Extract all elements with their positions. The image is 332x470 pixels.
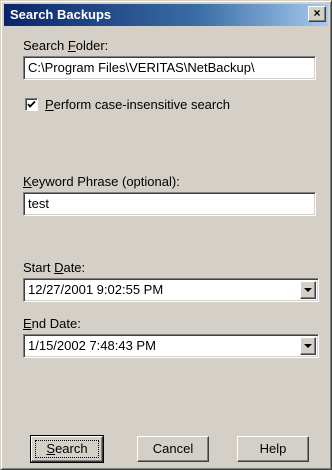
end-date-value: 1/15/2002 7:48:43 PM — [28, 338, 156, 353]
end-date-dropdown[interactable]: 1/15/2002 7:48:43 PM — [23, 334, 319, 358]
end-date-dropdown-arrow[interactable] — [300, 337, 316, 355]
case-insensitive-checkbox[interactable] — [25, 98, 38, 111]
search-backups-dialog: Search Backups × Search Folder: C:\Progr… — [0, 0, 332, 470]
start-date-value: 12/27/2001 9:02:55 PM — [28, 282, 164, 297]
start-date-label: Start Date: — [23, 260, 86, 275]
keyword-phrase-value: test — [28, 196, 49, 211]
window-title: Search Backups — [10, 7, 112, 22]
case-insensitive-label[interactable]: Perform case-insensitive search — [45, 97, 230, 112]
start-date-dropdown[interactable]: 12/27/2001 9:02:55 PM — [23, 278, 319, 302]
search-button[interactable]: Search — [30, 435, 104, 463]
search-folder-label: Search Folder: — [23, 38, 109, 53]
title-bar: Search Backups × — [4, 4, 328, 26]
end-date-label: End Date: — [23, 316, 81, 331]
close-icon: × — [313, 6, 321, 20]
keyword-phrase-input[interactable]: test — [23, 192, 316, 216]
search-folder-input[interactable]: C:\Program Files\VERITAS\NetBackup\ — [23, 56, 316, 80]
keyword-phrase-label: Keyword Phrase (optional): — [23, 174, 180, 189]
close-button[interactable]: × — [308, 6, 326, 22]
cancel-button[interactable]: Cancel — [137, 436, 209, 462]
search-folder-value: C:\Program Files\VERITAS\NetBackup\ — [28, 60, 255, 75]
help-button[interactable]: Help — [237, 436, 309, 462]
start-date-dropdown-arrow[interactable] — [300, 281, 316, 299]
checkmark-icon — [27, 100, 36, 108]
